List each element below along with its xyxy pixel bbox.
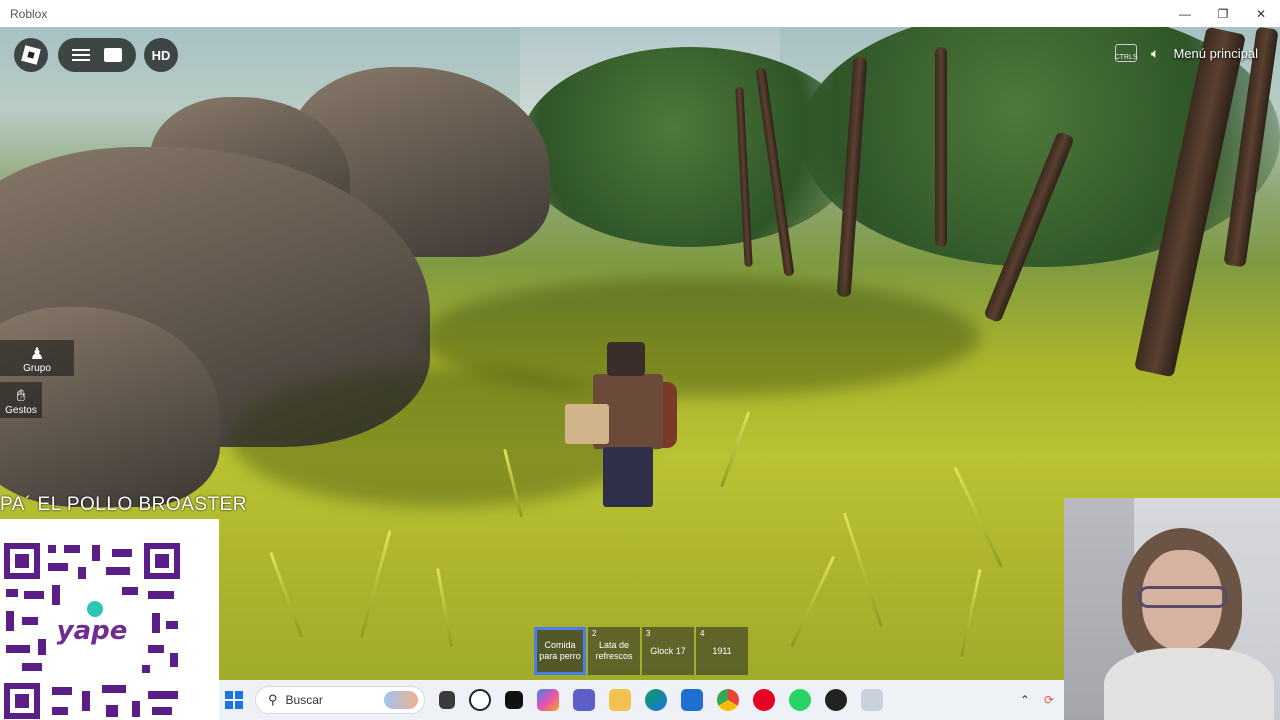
hotbar-slot-3[interactable]: 3 Glock 17	[642, 627, 694, 675]
gestos-label: Gestos	[5, 405, 37, 416]
player-avatar	[565, 342, 685, 522]
pinterest-icon[interactable]	[753, 689, 775, 711]
grass-blade	[436, 567, 453, 648]
grass-blade	[360, 530, 392, 638]
chat-icon[interactable]	[104, 48, 122, 62]
hotbar-slot-2[interactable]: 2 Lata de refrescos	[588, 627, 640, 675]
sync-icon[interactable]: ⟳	[1044, 693, 1054, 707]
grass-blade	[953, 466, 1003, 568]
chevron-up-icon[interactable]: ⌃	[1020, 693, 1030, 707]
grupo-label: Grupo	[23, 363, 51, 374]
hotbar-slot-number: 3	[646, 629, 651, 638]
speaker-icon[interactable]: 🔈︎	[1151, 45, 1159, 62]
yape-qr-code: yape	[2, 541, 182, 720]
grass-blade	[960, 568, 982, 658]
search-highlight-icon	[384, 691, 418, 709]
grass-blade	[842, 512, 883, 628]
streamer-sweater	[1104, 648, 1274, 720]
roblox-app-icon[interactable]	[825, 689, 847, 711]
svg-text:yape: yape	[57, 616, 128, 646]
hotbar-slot-label: Comida para perro	[539, 640, 581, 661]
system-tray: ⌃ ⟳	[1020, 693, 1054, 707]
hamburger-menu-icon[interactable]	[72, 49, 90, 61]
search-icon: ⚲	[268, 692, 278, 707]
chrome-icon[interactable]	[717, 689, 739, 711]
minimize-button[interactable]: —	[1166, 0, 1204, 27]
search-placeholder: Buscar	[285, 693, 323, 707]
folder-icon[interactable]	[609, 689, 631, 711]
capcut-icon[interactable]	[505, 691, 523, 709]
group-person-icon: ♟	[29, 346, 45, 363]
menu-chat-button-group[interactable]	[58, 38, 136, 72]
window-controls: — ❐ ✕	[1166, 0, 1280, 27]
roblox-menu-button[interactable]	[14, 38, 48, 72]
stream-banner-text: PA´ EL POLLO BROASTER	[0, 494, 248, 515]
hotbar-slot-label: 1911	[712, 645, 732, 656]
window-titlebar: Roblox — ❐ ✕	[0, 0, 1280, 27]
inventory-hotbar: Comida para perro 2 Lata de refrescos 3 …	[534, 627, 748, 675]
hotbar-slot-number: 2	[592, 629, 597, 638]
main-menu-button[interactable]: Menú principal	[1173, 46, 1258, 61]
maximize-button[interactable]: ❐	[1204, 0, 1242, 27]
copilot-icon[interactable]	[537, 689, 559, 711]
held-box	[565, 404, 609, 444]
grupo-button[interactable]: ♟ Grupo	[0, 340, 74, 376]
controls-icon[interactable]: CTRLS	[1115, 44, 1138, 62]
tree-trunk	[935, 47, 947, 247]
avatar-head	[607, 342, 645, 376]
hotbar-slot-label: Glock 17	[650, 645, 686, 656]
file-explorer-icon[interactable]	[439, 691, 455, 709]
hotbar-slot-1[interactable]: Comida para perro	[534, 627, 586, 675]
taskbar-search-box[interactable]: ⚲ Buscar	[255, 686, 425, 714]
windows-start-icon[interactable]	[225, 691, 243, 709]
avatar-legs	[603, 447, 653, 507]
webcam-overlay	[1064, 498, 1280, 720]
hotbar-slot-label: Lata de refrescos	[595, 640, 633, 661]
yape-qr-panel: yape	[0, 519, 219, 720]
edge-icon[interactable]	[645, 689, 667, 711]
windows-taskbar: ⚲ Buscar ⌃ ⟳	[219, 680, 1064, 720]
whatsapp-icon[interactable]	[789, 689, 811, 711]
hand-wave-icon: ✋︎	[16, 388, 26, 405]
streamer-glasses	[1138, 586, 1228, 608]
window-title: Roblox	[10, 6, 48, 21]
hotbar-slot-4[interactable]: 4 1911	[696, 627, 748, 675]
hud-top-right: CTRLS 🔈︎ Menú principal	[1115, 44, 1258, 62]
roblox-logo-icon	[21, 45, 41, 65]
chatgpt-icon[interactable]	[469, 689, 491, 711]
hotbar-slot-number: 4	[700, 629, 705, 638]
grass-blade	[790, 555, 836, 648]
teams-icon[interactable]	[573, 689, 595, 711]
close-button[interactable]: ✕	[1242, 0, 1280, 27]
grass-blade	[269, 551, 303, 638]
roblox-studio-icon[interactable]	[861, 689, 883, 711]
gestos-button[interactable]: ✋︎ Gestos	[0, 382, 42, 418]
store-icon[interactable]	[681, 689, 703, 711]
grass-blade	[720, 411, 751, 488]
hd-button[interactable]: HD	[144, 38, 178, 72]
